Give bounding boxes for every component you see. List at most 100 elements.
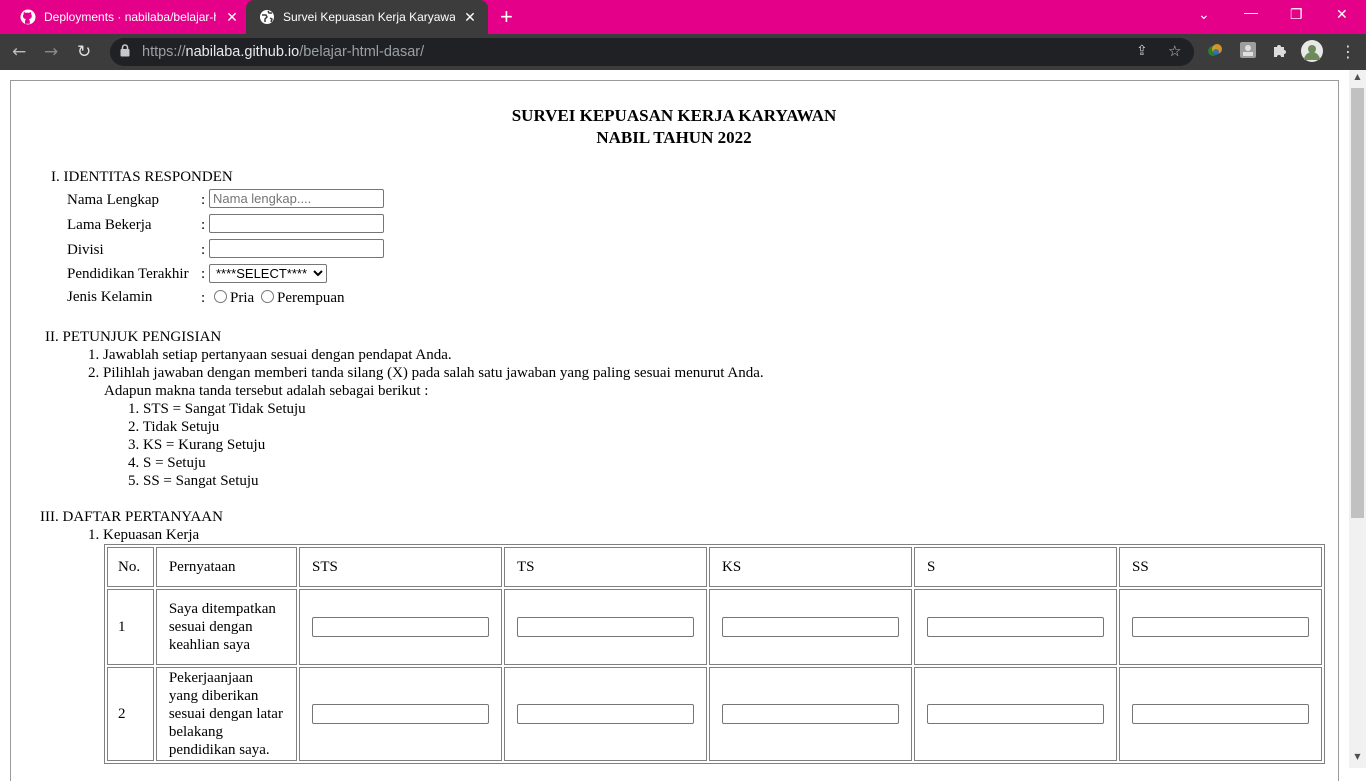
url-host: nabilaba.github.io xyxy=(185,44,300,60)
scale-item-4: 4. S = Setuju xyxy=(128,455,206,471)
scroll-up-icon[interactable]: ▲ xyxy=(1351,72,1364,84)
extensions-puzzle-icon[interactable] xyxy=(1272,42,1288,62)
divisi-label: Divisi xyxy=(67,242,104,258)
row-statement: Pekerjaanjaan yang diberikan sesuai deng… xyxy=(155,667,297,761)
kelamin-colon: : xyxy=(201,290,206,306)
header-pernyataan: Pernyataan xyxy=(155,547,297,587)
section3-heading: III. DAFTAR PERTANYAAN xyxy=(40,509,223,525)
answer-input-ss[interactable] xyxy=(1132,704,1309,724)
radio-perempuan[interactable] xyxy=(261,290,274,303)
scale-item-5: 5. SS = Sangat Setuju xyxy=(128,473,259,489)
tab-title: Deployments · nabilaba/belajar-h xyxy=(44,10,216,24)
page-title-line2: NABIL TAHUN 2022 xyxy=(596,128,752,147)
row-statement: Saya ditempatkan sesuai dengan keahlian … xyxy=(155,589,297,665)
row-number: 1 xyxy=(107,589,154,665)
tab-deployments[interactable]: Deployments · nabilaba/belajar-h ✕ xyxy=(0,0,246,34)
page-title-line1: SURVEI KEPUASAN KERJA KARYAWAN xyxy=(511,106,837,125)
question-table: No. Pernyataan STS TS KS S SS 1 Saya dit… xyxy=(104,544,1325,764)
globe-icon xyxy=(259,9,275,25)
extension-color-icon[interactable] xyxy=(1207,42,1223,62)
answer-cell-ts xyxy=(504,589,707,665)
divisi-colon: : xyxy=(201,242,206,258)
answer-cell-ss xyxy=(1119,589,1322,665)
tab-title: Survei Kepuasan Kerja Karyawan xyxy=(283,10,455,24)
nama-lengkap-input[interactable] xyxy=(209,189,384,208)
bookmark-star-icon[interactable]: ☆ xyxy=(1168,42,1181,60)
scroll-down-icon[interactable]: ▼ xyxy=(1351,752,1364,764)
url-text: https://nabilaba.github.io/belajar-html-… xyxy=(142,44,424,60)
answer-input-ts[interactable] xyxy=(517,704,694,724)
lama-label: Lama Bekerja xyxy=(67,217,152,233)
back-arrow-icon[interactable]: ← xyxy=(12,42,26,62)
header-sts: STS xyxy=(299,547,502,587)
answer-input-s[interactable] xyxy=(927,617,1104,637)
answer-cell-sts xyxy=(299,667,502,761)
minimize-icon[interactable]: — xyxy=(1244,4,1258,20)
instruction-item-1: 1. Jawablah setiap pertanyaan sesuai den… xyxy=(88,347,452,363)
nama-label: Nama Lengkap xyxy=(67,192,160,208)
radio-pria[interactable] xyxy=(214,290,227,303)
answer-cell-s xyxy=(914,589,1117,665)
kelamin-label: Jenis Kelamin xyxy=(67,289,153,305)
answer-cell-ks xyxy=(709,589,912,665)
url-scheme: https:// xyxy=(142,44,186,60)
answer-cell-sts xyxy=(299,589,502,665)
more-menu-icon[interactable]: ⋮ xyxy=(1340,42,1356,61)
section3-subheading: 1. Kepuasan Kerja xyxy=(88,527,200,543)
nama-colon: : xyxy=(201,192,206,208)
lock-icon[interactable] xyxy=(120,44,130,62)
tab-close-icon[interactable]: ✕ xyxy=(462,9,478,26)
header-s: S xyxy=(914,547,1117,587)
table-row: 1 Saya ditempatkan sesuai dengan keahlia… xyxy=(107,589,1322,665)
divisi-input[interactable] xyxy=(209,239,384,258)
pendidikan-colon: : xyxy=(201,266,206,282)
table-header-row: No. Pernyataan STS TS KS S SS xyxy=(107,547,1322,587)
browser-toolbar: ← → ↻ https://nabilaba.github.io/belajar… xyxy=(0,34,1366,70)
header-ss: SS xyxy=(1119,547,1322,587)
scale-item-3: 3. KS = Kurang Setuju xyxy=(128,437,266,453)
section1-heading: I. IDENTITAS RESPONDEN xyxy=(51,169,233,185)
address-bar[interactable]: https://nabilaba.github.io/belajar-html-… xyxy=(110,38,1194,66)
radio-pria-label: Pria xyxy=(230,290,255,306)
extension-photo-icon[interactable] xyxy=(1240,42,1256,62)
github-icon xyxy=(20,9,36,25)
pendidikan-label: Pendidikan Terakhir xyxy=(67,266,189,282)
row-number: 2 xyxy=(107,667,154,761)
forward-arrow-icon[interactable]: → xyxy=(44,42,58,62)
answer-cell-ks xyxy=(709,667,912,761)
restore-icon[interactable]: ❐ xyxy=(1290,6,1303,23)
answer-input-sts[interactable] xyxy=(312,617,489,637)
instruction-note: Adapun makna tanda tersebut adalah sebag… xyxy=(104,383,429,399)
radio-perempuan-label: Perempuan xyxy=(277,290,345,306)
answer-input-ss[interactable] xyxy=(1132,617,1309,637)
tab-close-icon[interactable]: ✕ xyxy=(224,9,240,26)
answer-cell-ts xyxy=(504,667,707,761)
scrollbar-thumb[interactable] xyxy=(1351,88,1364,518)
answer-input-ks[interactable] xyxy=(722,704,899,724)
lama-bekerja-input[interactable] xyxy=(209,214,384,233)
header-ts: TS xyxy=(504,547,707,587)
new-tab-plus-icon[interactable]: + xyxy=(500,6,513,28)
scale-item-2: 2. Tidak Setuju xyxy=(128,419,220,435)
section2-heading: II. PETUNJUK PENGISIAN xyxy=(45,329,222,345)
header-no: No. xyxy=(107,547,154,587)
window-close-icon[interactable]: ✕ xyxy=(1336,6,1348,23)
url-path: /belajar-html-dasar/ xyxy=(299,44,425,60)
share-icon[interactable]: ⇪ xyxy=(1136,43,1148,59)
pendidikan-select[interactable]: ****SELECT**** xyxy=(209,264,327,283)
header-ks: KS xyxy=(709,547,912,587)
profile-avatar[interactable] xyxy=(1301,40,1323,66)
answer-cell-ss xyxy=(1119,667,1322,761)
answer-cell-s xyxy=(914,667,1117,761)
browser-tab-bar: Deployments · nabilaba/belajar-h ✕ Surve… xyxy=(0,0,1366,34)
table-row: 2 Pekerjaanjaan yang diberikan sesuai de… xyxy=(107,667,1322,761)
lama-colon: : xyxy=(201,217,206,233)
answer-input-sts[interactable] xyxy=(312,704,489,724)
answer-input-ts[interactable] xyxy=(517,617,694,637)
tab-survei[interactable]: Survei Kepuasan Kerja Karyawan ✕ xyxy=(246,0,488,34)
tab-search-chevron-icon[interactable]: ⌄ xyxy=(1198,6,1210,23)
reload-icon[interactable]: ↻ xyxy=(77,42,91,62)
answer-input-ks[interactable] xyxy=(722,617,899,637)
answer-input-s[interactable] xyxy=(927,704,1104,724)
instruction-item-2: 2. Pilihlah jawaban dengan memberi tanda… xyxy=(88,365,764,381)
